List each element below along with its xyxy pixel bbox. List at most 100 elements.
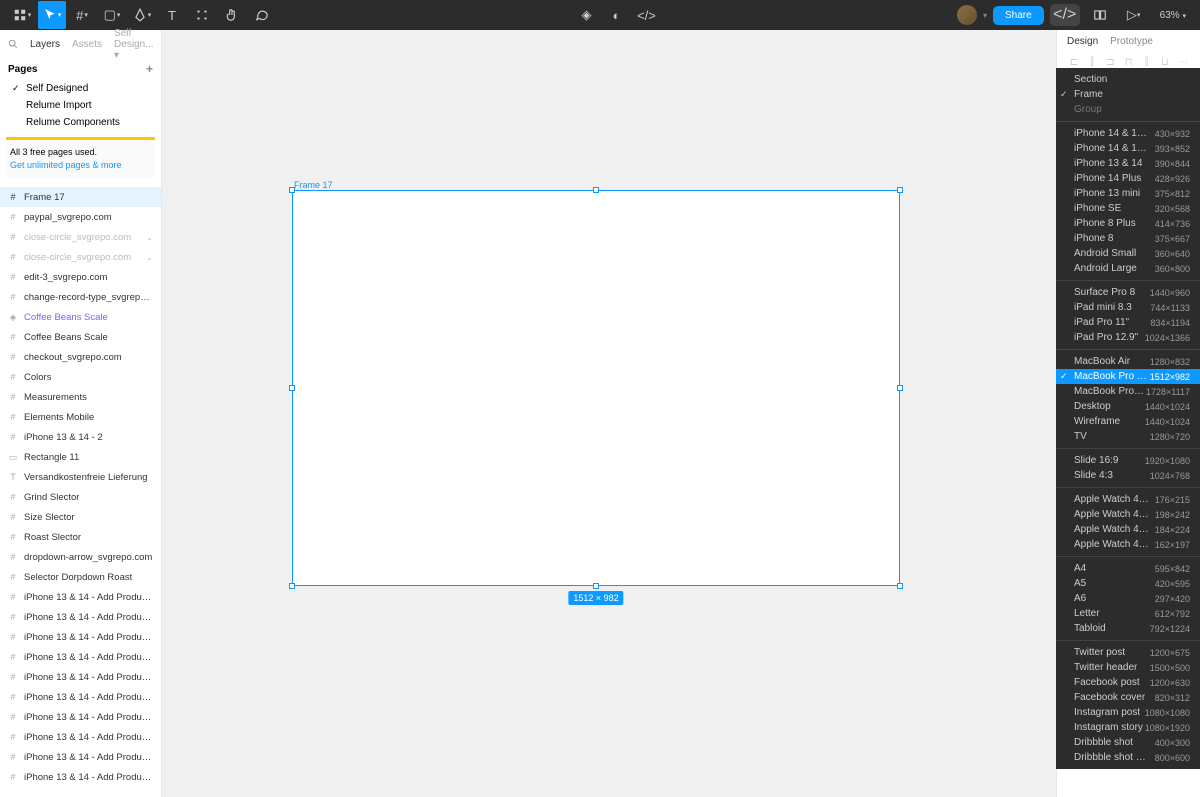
layer-item[interactable]: #paypal_svgrepo.com (0, 207, 161, 227)
resize-handle-tm[interactable] (593, 187, 599, 193)
preset-row[interactable]: A5420×595 (1056, 576, 1200, 591)
layer-item[interactable]: #iPhone 13 & 14 - 2 (0, 427, 161, 447)
resize-handle-bl[interactable] (289, 583, 295, 589)
preset-row[interactable]: MacBook Air1280×832 (1056, 354, 1200, 369)
preset-row[interactable]: Desktop1440×1024 (1056, 399, 1200, 414)
layer-item[interactable]: #Elements Mobile (0, 407, 161, 427)
pen-tool-button[interactable]: ▾ (128, 1, 156, 29)
layer-item[interactable]: #edit-3_svgrepo.com (0, 267, 161, 287)
preset-row[interactable]: ✓Frame (1056, 87, 1200, 102)
layer-item[interactable]: ▭Rectangle 11 (0, 447, 161, 467)
preset-row[interactable]: Instagram story1080×1920 (1056, 720, 1200, 735)
add-page-button[interactable]: + (146, 62, 153, 76)
align-more-icon[interactable]: ⋯ (1176, 55, 1190, 69)
resize-handle-tr[interactable] (897, 187, 903, 193)
tab-design[interactable]: Design (1067, 36, 1098, 47)
preset-row[interactable]: Twitter header1500×500 (1056, 660, 1200, 675)
tab-assets[interactable]: Assets (72, 39, 102, 50)
canvas[interactable]: Frame 17 1512 × 982 (162, 30, 1056, 797)
preset-row[interactable]: Apple Watch 41mm176×215 (1056, 492, 1200, 507)
align-left-icon[interactable]: ⊏ (1067, 55, 1081, 69)
shape-tool-button[interactable]: ▢▾ (98, 1, 126, 29)
devmode-toggle[interactable]: </> (1050, 4, 1080, 26)
align-hcenter-icon[interactable]: ⫿ (1085, 55, 1099, 69)
resize-handle-br[interactable] (897, 583, 903, 589)
preset-row[interactable]: Tabloid792×1224 (1056, 621, 1200, 636)
resources-button[interactable] (188, 1, 216, 29)
zoom-dropdown[interactable]: 63% ▾ (1154, 10, 1192, 21)
preset-row[interactable]: iPhone 14 Plus428×926 (1056, 171, 1200, 186)
align-bottom-icon[interactable]: ⊔ (1158, 55, 1172, 69)
share-button[interactable]: Share (993, 6, 1044, 25)
layer-item[interactable]: #iPhone 13 & 14 - Add Products 5 (0, 707, 161, 727)
layer-item[interactable]: #iPhone 13 & 14 - Add Products 4 (0, 727, 161, 747)
layer-item[interactable]: #iPhone 13 & 14 - Add Products empty... (0, 587, 161, 607)
frame-label[interactable]: Frame 17 (294, 180, 333, 190)
search-icon[interactable] (8, 39, 18, 49)
layer-item[interactable]: ◈Coffee Beans Scale (0, 307, 161, 327)
preset-row[interactable]: Wireframe1440×1024 (1056, 414, 1200, 429)
layer-item[interactable]: #Grind Slector (0, 487, 161, 507)
layer-item[interactable]: TVersandkostenfreie Lieferung (0, 467, 161, 487)
resize-handle-mr[interactable] (897, 385, 903, 391)
component-icon[interactable]: ◈ (572, 1, 600, 29)
layer-item[interactable]: #close-circle_svgrepo.com⌄ (0, 247, 161, 267)
layer-item[interactable]: #Colors (0, 367, 161, 387)
preset-row[interactable]: iPhone 14 & 15 Pr...430×932 (1056, 126, 1200, 141)
layer-item[interactable]: #iPhone 13 & 14 - Add Products empty... (0, 627, 161, 647)
preset-row[interactable]: iPhone SE320×568 (1056, 201, 1200, 216)
preset-row[interactable]: iPhone 14 & 15 Pro393×852 (1056, 141, 1200, 156)
file-dropdown[interactable]: Self Design... ▾ (114, 28, 153, 61)
preset-row[interactable]: ✓MacBook Pro 14"1512×982 (1056, 369, 1200, 384)
text-tool-button[interactable]: T (158, 1, 186, 29)
preset-row[interactable]: Instagram post1080×1080 (1056, 705, 1200, 720)
layer-item[interactable]: #Roast Slector (0, 527, 161, 547)
preset-row[interactable]: A6297×420 (1056, 591, 1200, 606)
preset-row[interactable]: Slide 4:31024×768 (1056, 468, 1200, 483)
preset-row[interactable]: Twitter post1200×675 (1056, 645, 1200, 660)
preset-row[interactable]: Facebook cover820×312 (1056, 690, 1200, 705)
resize-handle-bm[interactable] (593, 583, 599, 589)
preset-row[interactable]: Slide 16:91920×1080 (1056, 453, 1200, 468)
mask-icon[interactable]: ◐ (602, 1, 630, 29)
selected-frame[interactable]: 1512 × 982 (292, 190, 900, 586)
preset-row[interactable]: Apple Watch 44mm184×224 (1056, 522, 1200, 537)
preset-row[interactable]: Android Small360×640 (1056, 246, 1200, 261)
hand-tool-button[interactable] (218, 1, 246, 29)
preset-row[interactable]: Facebook post1200×630 (1056, 675, 1200, 690)
align-top-icon[interactable]: ⊓ (1121, 55, 1135, 69)
layer-item[interactable]: #iPhone 13 & 14 - Add Products (0, 747, 161, 767)
resize-handle-tl[interactable] (289, 187, 295, 193)
page-item[interactable]: Relume Components (0, 114, 161, 131)
preset-row[interactable]: Letter612×792 (1056, 606, 1200, 621)
page-item[interactable]: Relume Import (0, 97, 161, 114)
layer-item[interactable]: #checkout_svgrepo.com (0, 347, 161, 367)
preset-row[interactable]: Section (1056, 72, 1200, 87)
preset-row[interactable]: iPhone 8 Plus414×736 (1056, 216, 1200, 231)
tab-layers[interactable]: Layers (30, 39, 60, 50)
preset-row[interactable]: Dribbble shot HD800×600 (1056, 750, 1200, 765)
layer-item[interactable]: #iPhone 13 & 14 - Add Products 3 (0, 767, 161, 787)
frame-tool-button[interactable]: #▾ (68, 1, 96, 29)
preset-row[interactable]: Surface Pro 81440×960 (1056, 285, 1200, 300)
layer-item[interactable]: #Measurements (0, 387, 161, 407)
tab-prototype[interactable]: Prototype (1110, 36, 1153, 47)
layer-item[interactable]: #Selector Dorpdown Roast (0, 567, 161, 587)
page-item[interactable]: ✓Self Designed (0, 80, 161, 97)
layer-item[interactable]: #Coffee Beans Scale (0, 327, 161, 347)
layer-item[interactable]: #iPhone 13 & 14 - Add Products active ..… (0, 667, 161, 687)
upgrade-link[interactable]: Get unlimited pages & more (10, 160, 122, 170)
preset-row[interactable]: TV1280×720 (1056, 429, 1200, 444)
move-tool-button[interactable]: ▾ (38, 1, 66, 29)
preset-row[interactable]: Dribbble shot400×300 (1056, 735, 1200, 750)
preset-row[interactable]: iPad Pro 12.9"1024×1366 (1056, 330, 1200, 345)
layer-item[interactable]: #close-circle_svgrepo.com⌄ (0, 227, 161, 247)
library-icon[interactable] (1086, 1, 1114, 29)
layer-item[interactable]: #iPhone 13 & 14 - Add Products inacti... (0, 647, 161, 667)
comment-tool-button[interactable] (248, 1, 276, 29)
preset-row[interactable]: iPad mini 8.3744×1133 (1056, 300, 1200, 315)
layer-item[interactable]: #Frame 17 (0, 187, 161, 207)
preset-row[interactable]: iPhone 13 & 14390×844 (1056, 156, 1200, 171)
main-menu-button[interactable]: ▾ (8, 1, 36, 29)
play-icon[interactable]: ▷▾ (1120, 1, 1148, 29)
